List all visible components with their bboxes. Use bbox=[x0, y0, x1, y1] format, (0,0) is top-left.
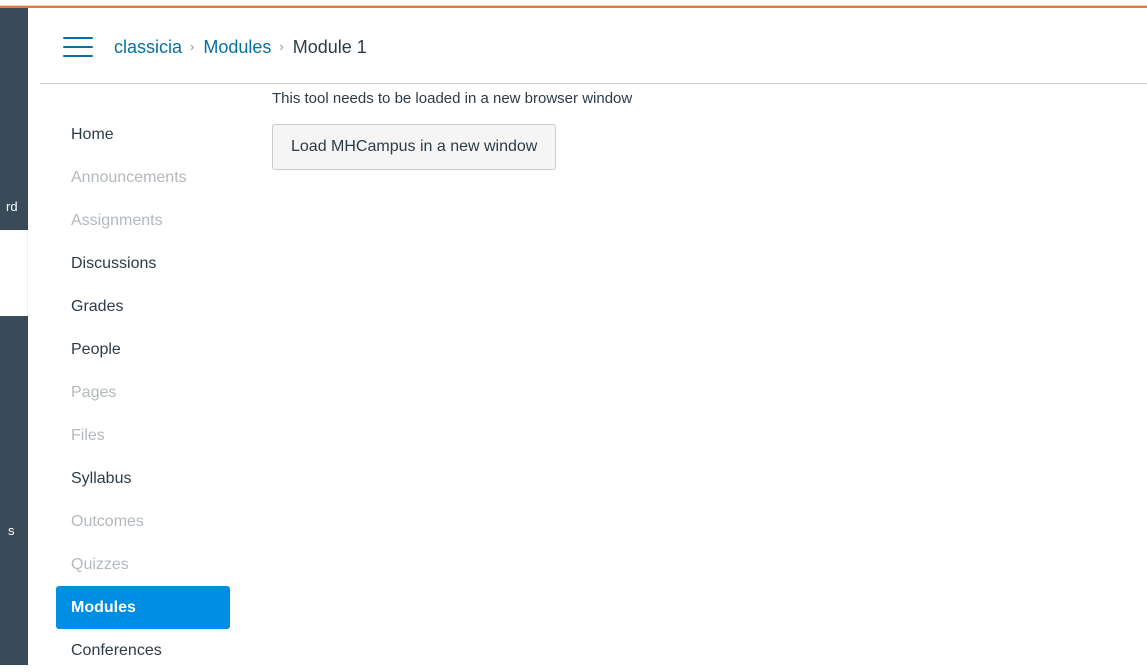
breadcrumb-course-link[interactable]: classicia bbox=[114, 35, 182, 59]
course-nav-item-quizzes[interactable]: Quizzes bbox=[56, 543, 230, 586]
global-nav-label-fragment[interactable]: s bbox=[8, 524, 15, 538]
course-nav-item-outcomes[interactable]: Outcomes bbox=[56, 500, 230, 543]
page-header: classicia › Modules › Module 1 bbox=[40, 8, 1147, 84]
breadcrumb-current-page: Module 1 bbox=[292, 37, 367, 57]
global-nav-active-item[interactable] bbox=[0, 230, 28, 316]
breadcrumb-modules-link[interactable]: Modules bbox=[203, 35, 271, 59]
global-navigation: rd s bbox=[0, 8, 28, 665]
course-nav-item-announcements[interactable]: Announcements bbox=[56, 156, 230, 199]
load-in-new-window-button[interactable]: Load MHCampus in a new window bbox=[272, 124, 557, 170]
course-nav-item-grades[interactable]: Grades bbox=[56, 285, 230, 328]
global-nav-segment bbox=[0, 8, 28, 230]
course-nav-item-syllabus[interactable]: Syllabus bbox=[56, 457, 230, 500]
course-nav-item-pages[interactable]: Pages bbox=[56, 371, 230, 414]
course-nav-item-modules[interactable]: Modules bbox=[56, 586, 230, 629]
course-nav-item-conferences[interactable]: Conferences bbox=[56, 629, 230, 672]
tool-load-message: This tool needs to be loaded in a new br… bbox=[272, 90, 633, 107]
breadcrumb-separator-icon: › bbox=[190, 39, 195, 54]
top-accent-bar bbox=[0, 0, 1147, 8]
course-nav-item-home[interactable]: Home bbox=[56, 113, 230, 156]
main-content: This tool needs to be loaded in a new br… bbox=[272, 88, 632, 170]
course-nav-item-discussions[interactable]: Discussions bbox=[56, 242, 230, 285]
course-nav-item-assignments[interactable]: Assignments bbox=[56, 199, 230, 242]
course-nav-item-people[interactable]: People bbox=[56, 328, 230, 371]
course-navigation: Home Announcements Assignments Discussions G… bbox=[56, 113, 230, 672]
breadcrumb-separator-icon: › bbox=[279, 39, 284, 54]
breadcrumb: classicia › Modules › Module 1 bbox=[114, 35, 367, 59]
hamburger-menu-icon[interactable] bbox=[63, 37, 93, 59]
course-nav-item-files[interactable]: Files bbox=[56, 414, 230, 457]
global-nav-label-fragment[interactable]: rd bbox=[6, 200, 18, 214]
global-nav-segment bbox=[0, 316, 28, 665]
